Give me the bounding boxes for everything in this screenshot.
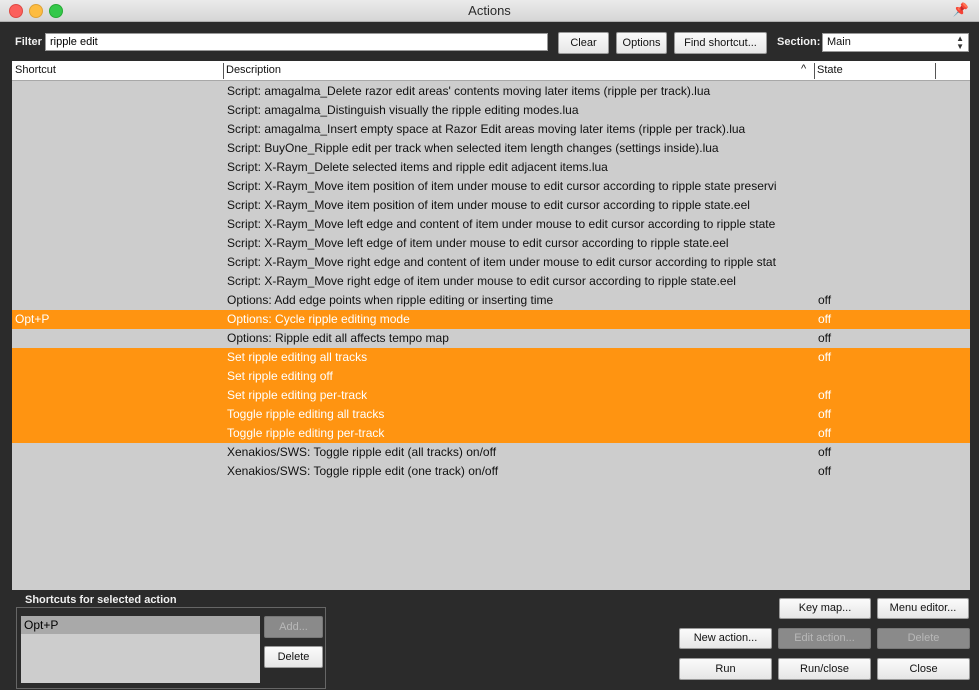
actions-list[interactable]: Shortcut Description ^ State Script: ama… [12, 61, 970, 590]
row-description-cell: Options: Add edge points when ripple edi… [227, 293, 554, 307]
section-value: Main [827, 36, 851, 48]
shortcuts-group: Opt+P Add... Delete [16, 607, 326, 689]
row-description-cell: Script: amagalma_Insert empty space at R… [227, 122, 746, 136]
bottom-panel: Shortcuts for selected action Opt+P Add.… [0, 591, 979, 690]
chevron-updown-icon: ▲ ▼ [956, 34, 964, 51]
add-shortcut-button[interactable]: Add... [264, 616, 323, 638]
row-description-cell: Xenakios/SWS: Toggle ripple edit (all tr… [227, 445, 497, 459]
row-description-cell: Xenakios/SWS: Toggle ripple edit (one tr… [227, 464, 499, 478]
row-description-cell: Script: X-Raym_Move right edge of item u… [227, 274, 736, 288]
run-button[interactable]: Run [679, 658, 772, 680]
table-row[interactable]: Options: Add edge points when ripple edi… [12, 291, 970, 310]
column-divider[interactable] [223, 63, 224, 79]
row-description-cell: Script: X-Raym_Move item position of ite… [227, 179, 777, 193]
row-description-cell: Script: X-Raym_Move item position of ite… [227, 198, 750, 212]
table-row[interactable]: Options: Ripple edit all affects tempo m… [12, 329, 970, 348]
column-divider[interactable] [935, 63, 936, 79]
table-row[interactable]: Script: amagalma_Delete razor edit areas… [12, 82, 970, 101]
key-map-button[interactable]: Key map... [779, 598, 871, 619]
table-row[interactable]: Toggle ripple editing all tracks off [12, 405, 970, 424]
row-description-cell: Script: BuyOne_Ripple edit per track whe… [227, 141, 719, 155]
column-header-shortcut[interactable]: Shortcut [15, 64, 56, 76]
column-header-description[interactable]: Description [226, 64, 281, 76]
new-action-button[interactable]: New action... [679, 628, 772, 649]
row-state-cell: off [818, 464, 832, 478]
table-row[interactable]: Script: X-Raym_Move item position of ite… [12, 177, 970, 196]
table-row[interactable]: Set ripple editing all tracks off [12, 348, 970, 367]
shortcut-list[interactable]: Opt+P [21, 616, 260, 683]
table-row[interactable]: Set ripple editing per-track off [12, 386, 970, 405]
table-row[interactable]: Script: amagalma_Insert empty space at R… [12, 120, 970, 139]
row-state-cell: off [818, 331, 832, 345]
table-row[interactable]: Xenakios/SWS: Toggle ripple edit (one tr… [12, 462, 970, 481]
options-button[interactable]: Options [616, 32, 667, 54]
table-row[interactable]: Script: X-Raym_Delete selected items and… [12, 158, 970, 177]
row-description-cell: Script: X-Raym_Delete selected items and… [227, 160, 608, 174]
sort-ascending-icon: ^ [801, 63, 807, 75]
list-rows: Script: amagalma_Delete razor edit areas… [12, 82, 970, 481]
delete-action-button[interactable]: Delete [877, 628, 970, 649]
delete-shortcut-button[interactable]: Delete [264, 646, 323, 668]
table-row[interactable]: Script: X-Raym_Move right edge and conte… [12, 253, 970, 272]
row-description-cell: Set ripple editing per-track [227, 388, 368, 402]
shortcut-list-item[interactable]: Opt+P [21, 616, 260, 634]
row-state-cell: off [818, 426, 832, 440]
title-bar: Actions 📌 [0, 0, 979, 22]
row-description-cell: Set ripple editing off [227, 369, 333, 383]
pin-icon[interactable]: 📌 [953, 2, 969, 18]
menu-editor-button[interactable]: Menu editor... [877, 598, 969, 619]
section-select[interactable]: Main ▲ ▼ [822, 33, 969, 52]
table-row[interactable]: Script: X-Raym_Move left edge and conten… [12, 215, 970, 234]
list-header: Shortcut Description ^ State [12, 61, 970, 81]
row-state-cell: off [818, 388, 832, 402]
table-row[interactable]: Opt+P Options: Cycle ripple editing mode o… [12, 310, 970, 329]
row-description-cell: Script: X-Raym_Move left edge of item un… [227, 236, 729, 250]
window-title: Actions [468, 3, 511, 18]
row-state-cell: off [818, 312, 832, 326]
shortcuts-group-label: Shortcuts for selected action [25, 594, 177, 606]
clear-button[interactable]: Clear [558, 32, 609, 54]
row-description-cell: Script: amagalma_Distinguish visually th… [227, 103, 579, 117]
row-description-cell: Toggle ripple editing per-track [227, 426, 385, 440]
column-header-state[interactable]: State [817, 64, 843, 76]
row-state-cell: off [818, 350, 832, 364]
row-description-cell: Options: Cycle ripple editing mode [227, 312, 410, 326]
table-row[interactable]: Toggle ripple editing per-track off [12, 424, 970, 443]
table-row[interactable]: Script: X-Raym_Move left edge of item un… [12, 234, 970, 253]
table-row[interactable]: Script: X-Raym_Move item position of ite… [12, 196, 970, 215]
row-description-cell: Options: Ripple edit all affects tempo m… [227, 331, 449, 345]
filter-input[interactable] [45, 33, 548, 51]
table-row[interactable]: Script: amagalma_Distinguish visually th… [12, 101, 970, 120]
toolbar: Filter Clear Options Find shortcut... Se… [0, 22, 979, 60]
edit-action-button[interactable]: Edit action... [778, 628, 871, 649]
close-button[interactable]: Close [877, 658, 970, 680]
row-description-cell: Script: amagalma_Delete razor edit areas… [227, 84, 711, 98]
table-row[interactable]: Set ripple editing off [12, 367, 970, 386]
row-state-cell: off [818, 445, 832, 459]
row-state-cell: off [818, 293, 832, 307]
section-label: Section: [777, 36, 821, 48]
find-shortcut-button[interactable]: Find shortcut... [674, 32, 767, 54]
run-close-button[interactable]: Run/close [778, 658, 871, 680]
column-divider[interactable] [814, 63, 815, 79]
row-description-cell: Script: X-Raym_Move left edge and conten… [227, 217, 776, 231]
row-state-cell: off [818, 407, 832, 421]
row-description-cell: Set ripple editing all tracks [227, 350, 368, 364]
filter-label: Filter [15, 36, 42, 48]
table-row[interactable]: Xenakios/SWS: Toggle ripple edit (all tr… [12, 443, 970, 462]
row-description-cell: Script: X-Raym_Move right edge and conte… [227, 255, 776, 269]
row-description-cell: Toggle ripple editing all tracks [227, 407, 385, 421]
table-row[interactable]: Script: X-Raym_Move right edge of item u… [12, 272, 970, 291]
row-shortcut-cell: Opt+P [15, 312, 50, 326]
table-row[interactable]: Script: BuyOne_Ripple edit per track whe… [12, 139, 970, 158]
